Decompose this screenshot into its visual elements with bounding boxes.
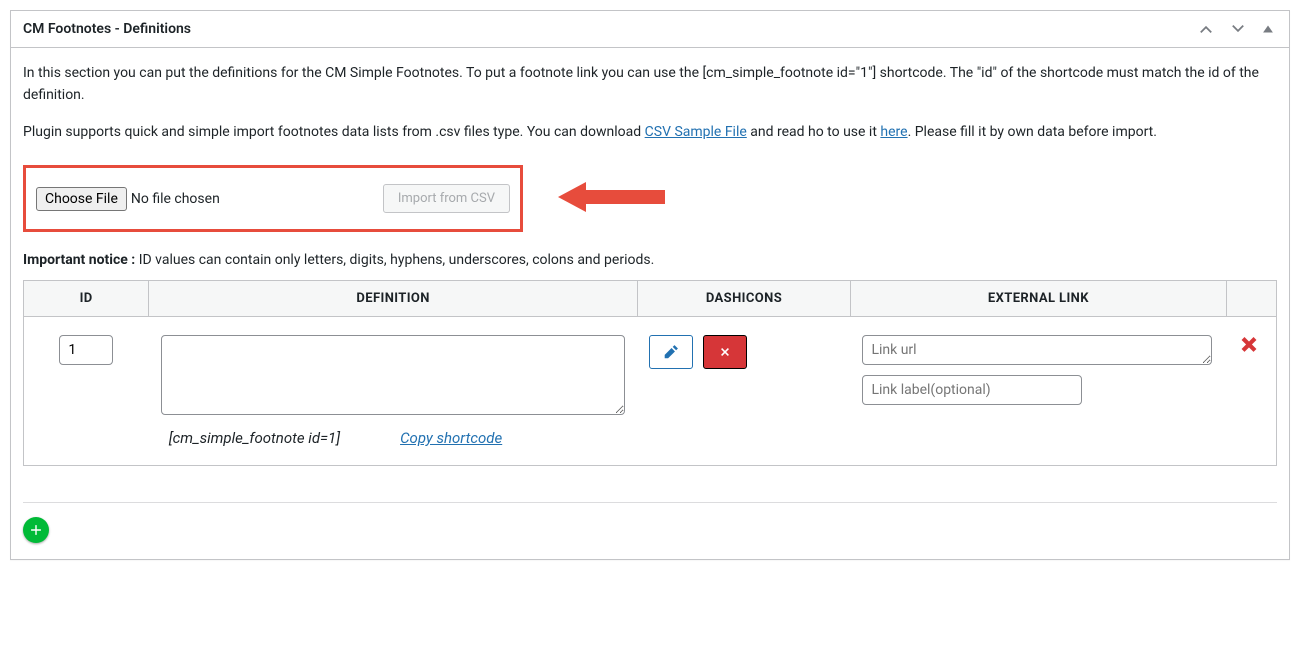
shortcode-text: [cm_simple_footnote id=1] <box>161 429 340 447</box>
remove-dashicon-button[interactable] <box>703 335 747 369</box>
add-row-button[interactable] <box>23 517 49 543</box>
move-down-button[interactable] <box>1223 14 1253 44</box>
intro-paragraph-1: In this section you can put the definiti… <box>23 62 1277 107</box>
delete-icon <box>1238 335 1260 357</box>
th-delete <box>1226 281 1276 317</box>
plus-icon <box>29 522 43 538</box>
usage-here-link[interactable]: here <box>880 124 907 140</box>
important-notice: Important notice : ID values can contain… <box>23 252 1277 268</box>
chevron-up-icon <box>1197 20 1215 38</box>
notice-bold: Important notice : <box>23 252 135 268</box>
intro-text-b: and read ho to use it <box>747 124 881 140</box>
link-label-input[interactable] <box>862 375 1082 405</box>
choose-file-button[interactable]: Choose File <box>36 187 127 211</box>
th-id: ID <box>24 281 149 317</box>
arrow-left-icon <box>553 179 673 215</box>
panel-header: CM Footnotes - Definitions <box>11 11 1289 48</box>
pencil-icon <box>662 343 680 361</box>
link-url-input[interactable] <box>862 335 1212 365</box>
intro-text-c: . Please fill it by own data before impo… <box>908 124 1157 140</box>
highlight-arrow <box>553 179 673 219</box>
file-upload-area: Choose File No file chosen Import from C… <box>23 165 523 232</box>
id-input[interactable] <box>59 335 113 365</box>
shortcode-row: [cm_simple_footnote id=1] Copy shortcode <box>161 429 626 447</box>
import-csv-button[interactable]: Import from CSV <box>383 184 510 213</box>
move-up-button[interactable] <box>1191 14 1221 44</box>
definitions-panel: CM Footnotes - Definitions In this secti… <box>10 10 1290 560</box>
th-external-link: EXTERNAL LINK <box>850 281 1226 317</box>
intro-paragraph-2: Plugin supports quick and simple import … <box>23 121 1277 143</box>
panel-handle-actions <box>1191 14 1289 44</box>
table-row: [cm_simple_footnote id=1] Copy shortcode <box>24 317 1277 466</box>
definitions-table: ID DEFINITION DASHICONS EXTERNAL LINK [c… <box>23 280 1277 466</box>
csv-sample-link[interactable]: CSV Sample File <box>645 124 747 140</box>
th-dashicons: DASHICONS <box>637 281 850 317</box>
no-file-label: No file chosen <box>131 191 220 207</box>
definition-textarea[interactable] <box>161 335 626 415</box>
panel-body: In this section you can put the definiti… <box>11 62 1289 559</box>
delete-row-button[interactable] <box>1238 335 1260 360</box>
edit-dashicon-button[interactable] <box>649 335 693 369</box>
intro-text-a: Plugin supports quick and simple import … <box>23 124 645 140</box>
dashicon-buttons <box>649 335 838 369</box>
triangle-up-icon <box>1261 22 1275 36</box>
toggle-panel-button[interactable] <box>1255 16 1281 42</box>
link-inputs <box>862 335 1214 405</box>
notice-text: ID values can contain only letters, digi… <box>135 252 654 268</box>
copy-shortcode-link[interactable]: Copy shortcode <box>400 429 502 447</box>
add-row-area <box>23 503 1277 543</box>
panel-title: CM Footnotes - Definitions <box>11 11 1191 47</box>
th-definition: DEFINITION <box>149 281 638 317</box>
x-icon <box>717 344 733 360</box>
chevron-down-icon <box>1229 20 1247 38</box>
